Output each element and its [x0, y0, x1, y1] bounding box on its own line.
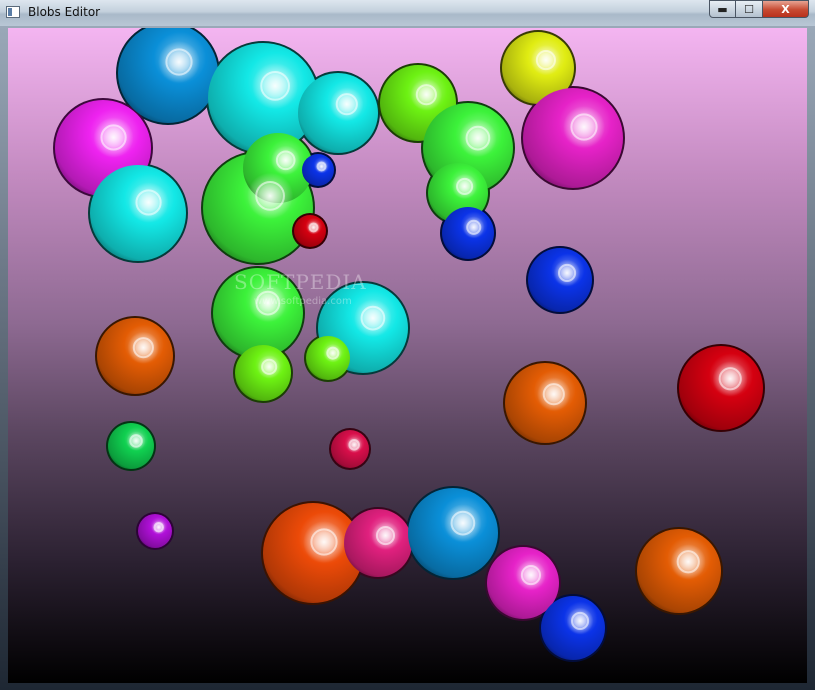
watermark-text: SOFTPEDIA — [234, 270, 367, 294]
minimize-icon: ▬ — [717, 2, 728, 16]
blob-highlight — [530, 44, 562, 76]
blob-highlight — [158, 41, 200, 83]
blob-highlight — [553, 259, 581, 287]
blob-highlight — [537, 377, 571, 412]
blob-highlight — [712, 361, 748, 397]
watermark-url: www.softpedia.com — [254, 296, 352, 307]
minimize-button[interactable]: ▬ — [709, 0, 736, 18]
blob-highlight — [452, 173, 478, 199]
blob-drawing[interactable] — [8, 28, 807, 683]
blob-highlight — [566, 607, 594, 635]
blob-highlight — [371, 521, 400, 550]
blob-highlight — [247, 172, 294, 219]
blob-highlight — [330, 87, 364, 121]
blob-highlight — [93, 117, 134, 158]
blob-highlight — [257, 355, 281, 379]
blob-highlight — [127, 331, 160, 364]
blob-highlight — [563, 106, 605, 148]
blob-highlight — [271, 145, 301, 175]
blob-highlight — [462, 216, 485, 239]
maximize-button[interactable]: ☐ — [736, 0, 763, 18]
title-bar[interactable]: Blobs Editor ▬ ☐ X — [0, 0, 815, 26]
blob-highlight — [515, 559, 547, 591]
application-window: Blobs Editor ▬ ☐ X SOFTPEDIA www.softped… — [0, 0, 815, 690]
blob-highlight — [303, 521, 345, 563]
app-window-icon[interactable] — [6, 6, 20, 18]
blob-canvas[interactable]: SOFTPEDIA www.softpedia.com — [8, 28, 807, 683]
blob-highlight — [670, 544, 706, 580]
close-icon: X — [781, 2, 790, 16]
window-title: Blobs Editor — [28, 5, 101, 19]
blob-highlight — [252, 62, 299, 109]
close-button[interactable]: X — [763, 0, 809, 18]
blob-highlight — [444, 504, 482, 542]
window-controls: ▬ ☐ X — [709, 0, 809, 19]
blob-highlight — [128, 182, 169, 223]
blob-highlight — [459, 119, 497, 157]
maximize-icon: ☐ — [744, 2, 754, 16]
blob-highlight — [410, 78, 443, 111]
blob-highlight — [354, 299, 392, 337]
